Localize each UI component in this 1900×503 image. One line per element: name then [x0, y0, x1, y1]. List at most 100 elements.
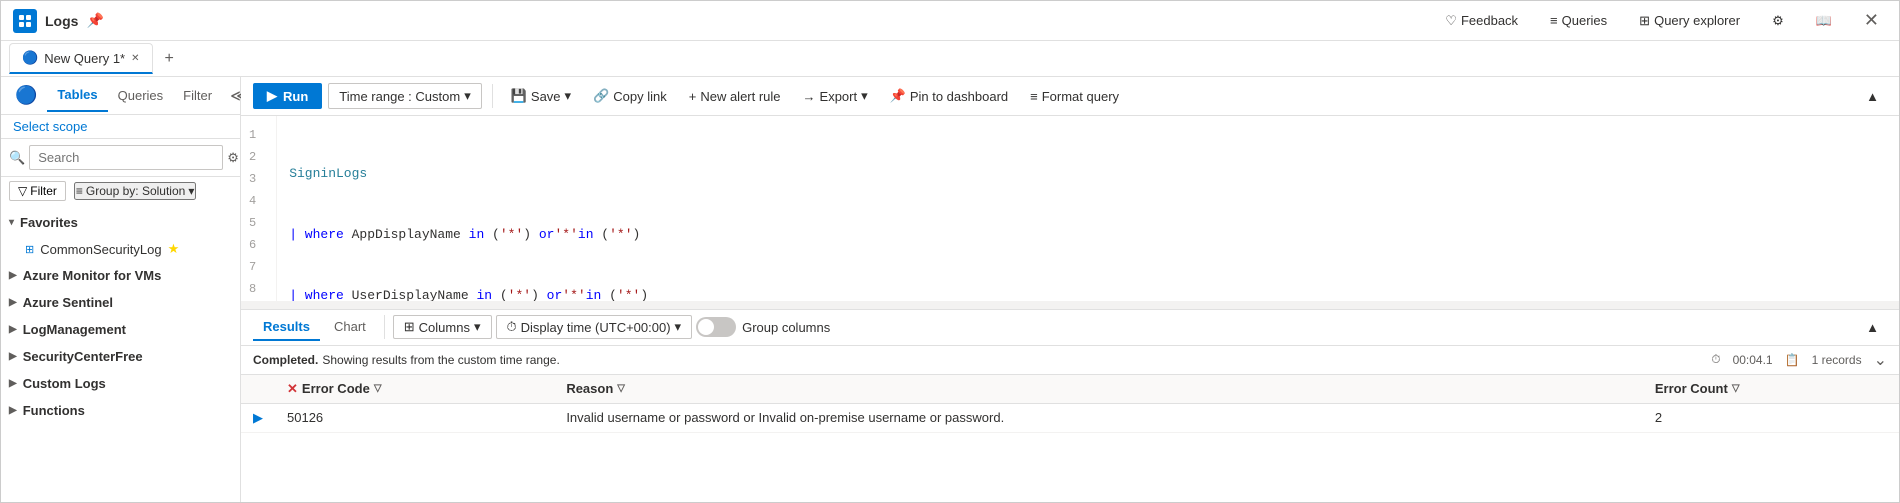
new-tab-button[interactable]: + — [157, 46, 182, 72]
results-table: ✕ Error Code ▽ Reason ▽ — [241, 375, 1899, 433]
sidebar-section-favorites-label: Favorites — [20, 215, 78, 230]
pin-icon: 📌 — [890, 88, 906, 104]
timing-value: 00:04.1 — [1733, 353, 1773, 367]
sidebar-section-custom-logs[interactable]: ▶ Custom Logs — [1, 370, 240, 397]
filter-icon[interactable]: ▽ — [1732, 383, 1740, 394]
tab-results[interactable]: Results — [253, 314, 320, 341]
chevron-right-icon: ▶ — [9, 378, 17, 389]
query-tab[interactable]: 🔵 New Query 1* ✕ — [9, 43, 153, 74]
tab-icon: 🔵 — [22, 50, 38, 66]
col-header-error-code[interactable]: ✕ Error Code ▽ — [275, 375, 554, 404]
chevron-down-icon: ▾ — [675, 319, 682, 335]
chevron-right-icon: ▶ — [9, 297, 17, 308]
cell-error-code: 50126 — [275, 403, 554, 432]
columns-icon: ⊞ — [404, 319, 415, 335]
table-icon: ⊞ — [25, 243, 34, 256]
search-icon: 🔍 — [9, 150, 25, 166]
help-button[interactable]: 📖 — [1808, 9, 1840, 33]
feedback-button[interactable]: ♡ Feedback — [1437, 9, 1526, 33]
tab-close-button[interactable]: ✕ — [131, 53, 139, 64]
filter-icon[interactable]: ▽ — [617, 383, 625, 394]
record-count: 1 records — [1812, 353, 1862, 367]
sidebar-tab-queries[interactable]: Queries — [108, 80, 174, 111]
status-completed: Completed. — [253, 353, 318, 367]
heart-icon: ♡ — [1445, 13, 1457, 29]
expand-results-button[interactable]: ▲ — [1858, 316, 1887, 339]
save-icon: 💾 — [511, 88, 527, 104]
group-icon: ≡ — [76, 184, 83, 198]
chevron-down-icon: ▾ — [9, 217, 14, 228]
copy-link-button[interactable]: 🔗 Copy link — [585, 84, 675, 108]
editor-scrollbar[interactable] — [241, 301, 1899, 309]
divider — [384, 315, 385, 339]
divider — [492, 84, 493, 108]
sidebar-tab-tables[interactable]: Tables — [47, 79, 107, 112]
close-window-button[interactable]: ✕ — [1856, 6, 1887, 35]
alert-icon: + — [689, 89, 697, 104]
queries-icon: ≡ — [1550, 13, 1558, 28]
format-query-button[interactable]: ≡ Format query — [1022, 85, 1127, 108]
help-icon: 📖 — [1816, 13, 1832, 29]
gear-icon: ⚙ — [1772, 13, 1784, 29]
export-button[interactable]: → Export ▾ — [795, 84, 876, 108]
line-numbers: 1 2 3 4 5 6 7 8 9 — [241, 116, 277, 301]
new-alert-button[interactable]: + New alert rule — [681, 85, 789, 108]
columns-button[interactable]: ⊞ Columns ▾ — [393, 315, 492, 339]
sidebar-section-favorites[interactable]: ▾ Favorites — [1, 209, 240, 236]
expand-row-button[interactable]: ▶ — [253, 410, 263, 425]
chevron-right-icon: ▶ — [9, 351, 17, 362]
col-header-reason[interactable]: Reason ▽ — [554, 375, 1643, 404]
query-explorer-button[interactable]: ⊞ Query explorer — [1631, 9, 1748, 33]
sidebar-section-azure-sentinel[interactable]: ▶ Azure Sentinel — [1, 289, 240, 316]
save-button[interactable]: 💾 Save ▾ — [503, 84, 579, 108]
expand-icon[interactable]: ⌄ — [1874, 350, 1887, 370]
copy-icon: 📋 — [1785, 353, 1800, 367]
table-item-common-security-log[interactable]: ⊞ CommonSecurityLog ★ — [1, 236, 240, 262]
chevron-down-icon: ▾ — [474, 319, 481, 335]
group-by-button[interactable]: ≡ Group by: Solution ▾ — [74, 182, 196, 200]
pin-icon[interactable]: 📌 — [86, 12, 103, 29]
group-columns-toggle[interactable]: Group columns — [696, 317, 830, 337]
sidebar-section-functions[interactable]: ▶ Functions — [1, 397, 240, 424]
code-editor-content[interactable]: SigninLogs | where AppDisplayName in ('*… — [277, 116, 1899, 301]
settings-button[interactable]: ⚙ — [1764, 9, 1792, 33]
chevron-down-icon: ▾ — [861, 88, 868, 104]
status-detail: Showing results from the custom time ran… — [322, 353, 559, 367]
sidebar-section-log-management[interactable]: ▶ LogManagement — [1, 316, 240, 343]
filter-button[interactable]: ▽ Filter — [9, 181, 66, 201]
chevron-down-icon: ▾ — [464, 88, 471, 104]
group-columns-label: Group columns — [742, 320, 830, 335]
expand-col-header — [241, 375, 275, 404]
star-icon: ★ — [168, 241, 180, 257]
filter-icon[interactable]: ▽ — [374, 383, 382, 394]
select-scope-link[interactable]: Select scope — [13, 119, 87, 134]
app-icon — [13, 9, 37, 33]
collapse-editor-button[interactable]: ▲ — [1858, 85, 1887, 108]
sidebar-section-azure-monitor-vms[interactable]: ▶ Azure Monitor for VMs — [1, 262, 240, 289]
sidebar-tab-filter[interactable]: Filter — [173, 80, 222, 111]
tab-chart[interactable]: Chart — [324, 314, 376, 341]
queries-button[interactable]: ≡ Queries — [1542, 9, 1615, 32]
clock-icon: ⏱ — [1711, 352, 1720, 367]
chevron-right-icon: ▶ — [9, 405, 17, 416]
cell-reason: Invalid username or password or Invalid … — [554, 403, 1643, 432]
time-range-button[interactable]: Time range : Custom ▾ — [328, 83, 481, 109]
run-icon: ▶ — [267, 88, 277, 104]
col-header-error-count[interactable]: Error Count ▽ — [1643, 375, 1899, 404]
error-col-icon: ✕ — [287, 381, 298, 397]
table-row: ▶ 50126 Invalid username or password or … — [241, 403, 1899, 432]
sidebar-section-security-center-free[interactable]: ▶ SecurityCenterFree — [1, 343, 240, 370]
cell-error-count: 2 — [1643, 403, 1899, 432]
clock-icon: ⏱ — [507, 319, 517, 335]
run-button[interactable]: ▶ Run — [253, 83, 322, 109]
chevron-right-icon: ▶ — [9, 270, 17, 281]
sidebar-home-icon[interactable]: 🔵 — [5, 77, 47, 114]
pin-dashboard-button[interactable]: 📌 Pin to dashboard — [882, 84, 1016, 108]
filter-icon: ▽ — [18, 184, 27, 198]
tab-label: New Query 1* — [44, 51, 125, 66]
search-filter-icon[interactable]: ⚙ — [227, 150, 239, 166]
display-time-button[interactable]: ⏱ Display time (UTC+00:00) ▾ — [496, 315, 693, 339]
chevron-right-icon: ▶ — [9, 324, 17, 335]
chevron-up-icon: ▲ — [1866, 89, 1879, 104]
search-input[interactable] — [29, 145, 223, 170]
